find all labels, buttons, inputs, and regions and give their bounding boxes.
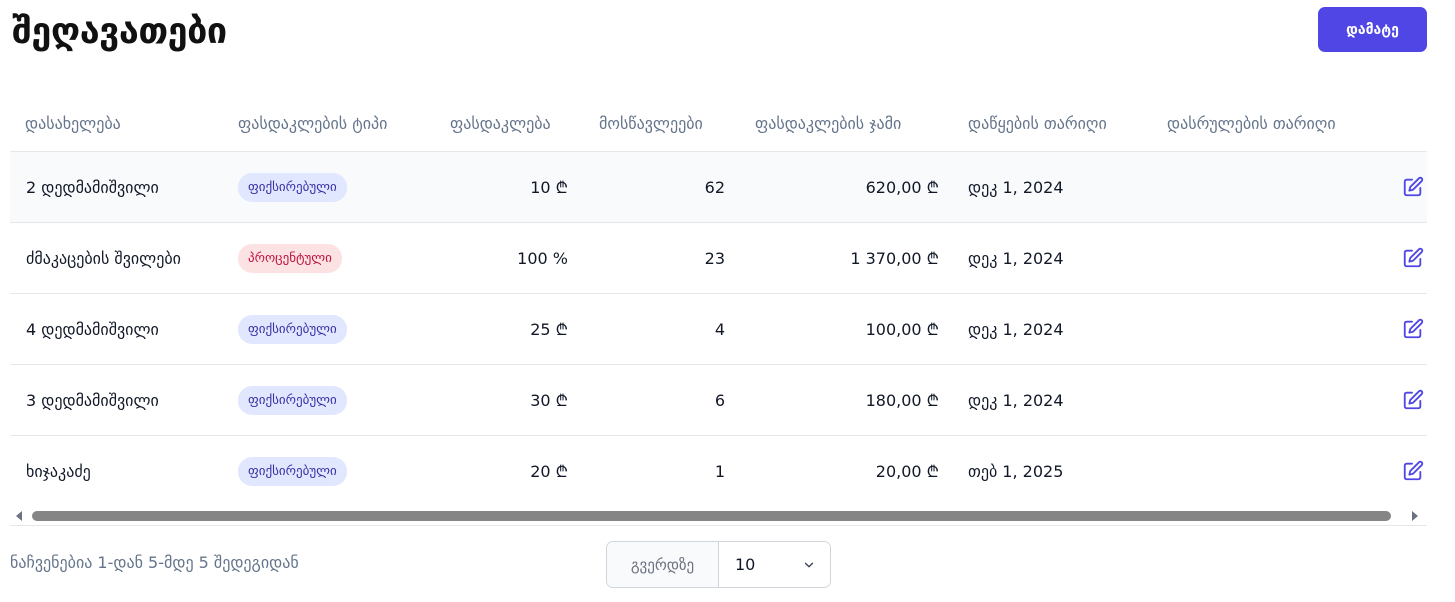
type-badge: ფიქსირებული [238, 385, 347, 415]
edit-icon[interactable] [1402, 176, 1424, 198]
type-badge: ფიქსირებული [238, 314, 347, 344]
edit-icon[interactable] [1402, 247, 1424, 269]
cell-name: 2 დედმამიშვილი [26, 177, 159, 197]
discounts-table: დასახელება ფასდაკლების ტიპი ფასდაკლება მ… [10, 88, 1427, 507]
table-row[interactable]: 3 დედმამიშვილი ფიქსირებული 30 ₾ 6 180,00… [10, 365, 1427, 436]
column-header-students[interactable]: მოსწავლეები [599, 114, 703, 133]
cell-name: ძმაკაცების შვილები [26, 248, 181, 268]
cell-discount: 20 ₾ [530, 462, 568, 481]
cell-start-date: დეკ 1, 2024 [968, 248, 1064, 268]
page-title: შეღავათები [12, 11, 227, 52]
cell-students: 1 [714, 461, 725, 481]
cell-students: 62 [704, 177, 725, 197]
cell-start-date: დეკ 1, 2024 [968, 319, 1064, 339]
pagination-summary: ნაჩვენებია 1-დან 5-მდე 5 შედეგიდან [10, 553, 299, 572]
cell-type: ფიქსირებული [238, 294, 347, 364]
cell-total: 100,00 ₾ [865, 320, 939, 339]
table-header: დასახელება ფასდაკლების ტიპი ფასდაკლება მ… [10, 88, 1427, 152]
cell-students: 6 [714, 390, 725, 410]
column-header-name[interactable]: დასახელება [25, 114, 121, 133]
per-page-label: გვერდზე [607, 542, 719, 587]
cell-start-date: თებ 1, 2025 [968, 461, 1064, 481]
cell-name: ხიჯაკაძე [26, 461, 91, 481]
add-button[interactable]: დამატე [1318, 7, 1427, 52]
cell-name: 4 დედმამიშვილი [26, 319, 159, 339]
cell-total: 1 370,00 ₾ [850, 249, 939, 268]
cell-name: 3 დედმამიშვილი [26, 390, 159, 410]
cell-start-date: დეკ 1, 2024 [968, 390, 1064, 410]
cell-discount: 30 ₾ [530, 391, 568, 410]
edit-icon[interactable] [1402, 460, 1424, 482]
scroll-left-arrow-icon[interactable] [16, 511, 22, 521]
per-page-control: გვერდზე 10 [606, 541, 831, 588]
cell-discount: 100 % [517, 248, 568, 268]
cell-total: 620,00 ₾ [865, 178, 939, 197]
cell-total: 20,00 ₾ [875, 462, 939, 481]
table-row[interactable]: 4 დედმამიშვილი ფიქსირებული 25 ₾ 4 100,00… [10, 294, 1427, 365]
cell-type: ფიქსირებული [238, 152, 347, 222]
column-header-end-date[interactable]: დასრულების თარიღი [1167, 114, 1336, 133]
edit-icon[interactable] [1402, 389, 1424, 411]
column-header-discount[interactable]: ფასდაკლება [450, 114, 551, 133]
table-row[interactable]: ხიჯაკაძე ფიქსირებული 20 ₾ 1 20,00 ₾ თებ … [10, 436, 1427, 507]
type-badge: ფიქსირებული [238, 456, 347, 486]
column-header-start-date[interactable]: დაწყების თარიღი [968, 114, 1107, 133]
cell-total: 180,00 ₾ [865, 391, 939, 410]
column-header-type[interactable]: ფასდაკლების ტიპი [238, 114, 387, 133]
type-badge: პროცენტული [238, 243, 342, 273]
scrollbar-thumb[interactable] [32, 511, 1391, 521]
cell-type: ფიქსირებული [238, 436, 347, 506]
chevron-down-icon [804, 562, 814, 567]
cell-start-date: დეკ 1, 2024 [968, 177, 1064, 197]
per-page-value: 10 [735, 555, 756, 574]
scroll-right-arrow-icon[interactable] [1412, 511, 1418, 521]
cell-students: 4 [714, 319, 725, 339]
type-badge: ფიქსირებული [238, 172, 347, 202]
cell-students: 23 [704, 248, 725, 268]
column-header-total[interactable]: ფასდაკლების ჯამი [755, 114, 901, 133]
table-row[interactable]: ძმაკაცების შვილები პროცენტული 100 % 23 1… [10, 223, 1427, 294]
cell-type: პროცენტული [238, 223, 342, 293]
table-row[interactable]: 2 დედმამიშვილი ფიქსირებული 10 ₾ 62 620,0… [10, 152, 1427, 223]
edit-icon[interactable] [1402, 318, 1424, 340]
horizontal-scrollbar[interactable] [10, 506, 1427, 526]
cell-type: ფიქსირებული [238, 365, 347, 435]
per-page-select[interactable]: 10 [719, 542, 830, 587]
cell-discount: 10 ₾ [530, 178, 568, 197]
cell-discount: 25 ₾ [530, 320, 568, 339]
